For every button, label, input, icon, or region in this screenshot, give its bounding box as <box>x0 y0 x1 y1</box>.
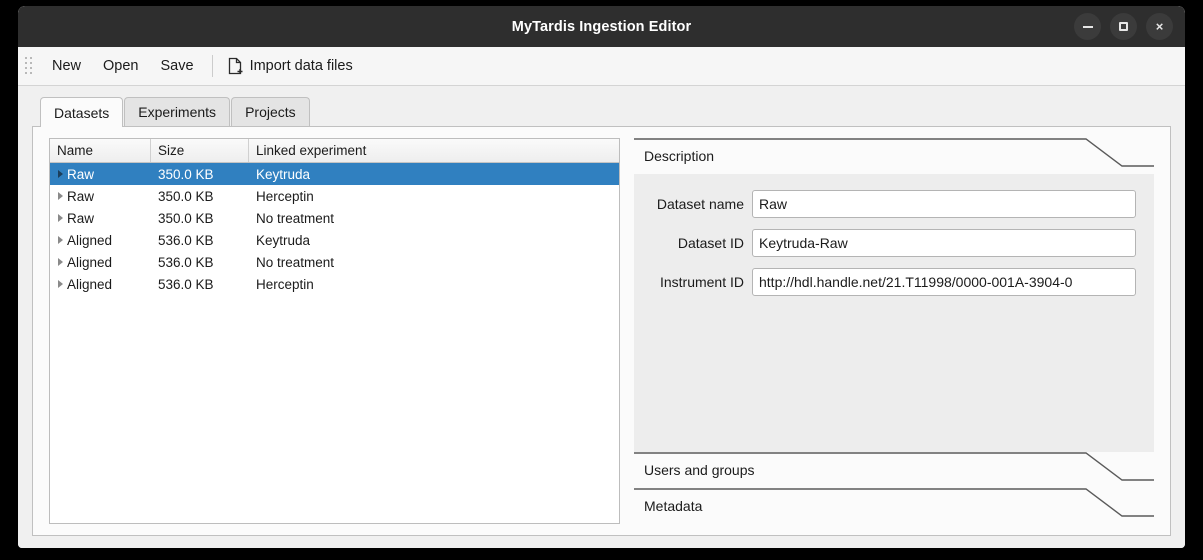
table-body: Raw 350.0 KB Keytruda Raw 350.0 KB Herce… <box>50 163 619 523</box>
accordion-label-description: Description <box>644 148 715 164</box>
table-row[interactable]: Raw 350.0 KB Herceptin <box>50 185 619 207</box>
close-button[interactable]: × <box>1146 13 1173 40</box>
dataset-tree-table: Name Size Linked experiment Raw 350.0 KB… <box>49 138 620 524</box>
minimize-icon <box>1082 25 1093 28</box>
row-size-cell: 350.0 KB <box>158 166 214 182</box>
row-experiment-cell: No treatment <box>256 210 335 226</box>
column-header-name[interactable]: Name <box>50 139 151 162</box>
row-name-label: Aligned <box>67 254 113 270</box>
accordion-label-metadata: Metadata <box>644 498 703 514</box>
window-title: MyTardis Ingestion Editor <box>511 18 692 35</box>
chevron-right-icon[interactable] <box>53 170 67 178</box>
title-bar[interactable]: MyTardis Ingestion Editor × <box>18 6 1185 47</box>
row-name-label: Raw <box>67 166 95 182</box>
import-data-files-label: Import data files <box>249 58 353 74</box>
chevron-right-icon[interactable] <box>53 280 67 288</box>
instrument-id-input[interactable] <box>752 268 1136 296</box>
row-experiment-cell: Keytruda <box>256 232 311 248</box>
row-experiment-cell: No treatment <box>256 254 335 270</box>
row-name-label: Aligned <box>67 232 113 248</box>
row-size-cell: 350.0 KB <box>158 210 214 226</box>
import-data-files-button[interactable]: Import data files <box>220 53 363 80</box>
accordion-section-description: Description Dataset name Dataset ID Inst… <box>634 138 1154 452</box>
table-row[interactable]: Aligned 536.0 KB Herceptin <box>50 273 619 295</box>
tab-experiments[interactable]: Experiments <box>124 97 231 126</box>
table-row[interactable]: Raw 350.0 KB No treatment <box>50 207 619 229</box>
toolbar: New Open Save Import data files <box>18 47 1185 86</box>
new-button[interactable]: New <box>41 53 92 79</box>
label-instrument-id: Instrument ID <box>659 274 744 290</box>
row-name-cell: Aligned <box>50 277 151 292</box>
row-name-label: Raw <box>67 210 95 226</box>
tab-datasets[interactable]: Datasets <box>40 97 124 127</box>
accordion-section-users-and-groups: Users and groups <box>634 452 1154 488</box>
tab-projects[interactable]: Projects <box>231 97 310 126</box>
tab-bar: Datasets Experiments Projects <box>32 96 1171 127</box>
accordion-section-metadata: Metadata <box>634 488 1154 524</box>
application-window: MyTardis Ingestion Editor × New Open Sav <box>18 6 1185 548</box>
maximize-icon <box>1119 22 1128 31</box>
row-name-label: Aligned <box>67 276 113 292</box>
dataset-id-input[interactable] <box>752 229 1136 257</box>
row-size-cell: 536.0 KB <box>158 276 214 292</box>
description-form: Dataset name Dataset ID Instrument ID <box>634 174 1154 452</box>
row-experiment-cell: Keytruda <box>256 166 311 182</box>
row-name-cell: Raw <box>50 189 151 204</box>
row-size-cell: 350.0 KB <box>158 188 214 204</box>
label-dataset-name: Dataset name <box>656 196 744 212</box>
save-button[interactable]: Save <box>150 53 205 79</box>
toolbar-separator <box>211 55 213 77</box>
datasets-panel: Name Size Linked experiment Raw 350.0 KB… <box>32 126 1171 536</box>
form-row-dataset-id: Dataset ID <box>634 229 1136 257</box>
accordion-header-description[interactable]: Description <box>634 138 1154 174</box>
form-row-dataset-name: Dataset name <box>634 190 1136 218</box>
column-header-linked-experiment[interactable]: Linked experiment <box>249 139 619 162</box>
window-controls: × <box>1074 6 1173 47</box>
chevron-right-icon[interactable] <box>53 258 67 266</box>
minimize-button[interactable] <box>1074 13 1101 40</box>
row-name-cell: Raw <box>50 211 151 226</box>
content-area: Datasets Experiments Projects Name Size … <box>18 86 1185 548</box>
close-icon: × <box>1155 19 1164 34</box>
form-row-instrument-id: Instrument ID <box>634 268 1136 296</box>
column-header-size[interactable]: Size <box>151 139 249 162</box>
chevron-right-icon[interactable] <box>53 236 67 244</box>
accordion-label-users-and-groups: Users and groups <box>644 462 755 478</box>
document-add-icon <box>228 57 243 74</box>
accordion-header-metadata[interactable]: Metadata <box>634 488 1154 524</box>
row-name-cell: Aligned <box>50 233 151 248</box>
row-size-cell: 536.0 KB <box>158 254 214 270</box>
row-name-label: Raw <box>67 188 95 204</box>
table-row[interactable]: Raw 350.0 KB Keytruda <box>50 163 619 185</box>
details-accordion: Description Dataset name Dataset ID Inst… <box>634 138 1154 524</box>
row-name-cell: Raw <box>50 167 151 182</box>
label-dataset-id: Dataset ID <box>677 235 744 251</box>
table-header-row: Name Size Linked experiment <box>50 139 619 163</box>
row-name-cell: Aligned <box>50 255 151 270</box>
dataset-name-input[interactable] <box>752 190 1136 218</box>
table-row[interactable]: Aligned 536.0 KB No treatment <box>50 251 619 273</box>
row-size-cell: 536.0 KB <box>158 232 214 248</box>
accordion-tab-outline <box>634 488 1154 524</box>
accordion-header-users-and-groups[interactable]: Users and groups <box>634 452 1154 488</box>
chevron-right-icon[interactable] <box>53 214 67 222</box>
table-row[interactable]: Aligned 536.0 KB Keytruda <box>50 229 619 251</box>
open-button[interactable]: Open <box>92 53 149 79</box>
drag-grip-icon[interactable] <box>24 55 35 77</box>
maximize-button[interactable] <box>1110 13 1137 40</box>
chevron-right-icon[interactable] <box>53 192 67 200</box>
row-experiment-cell: Herceptin <box>256 276 314 292</box>
row-experiment-cell: Herceptin <box>256 188 314 204</box>
